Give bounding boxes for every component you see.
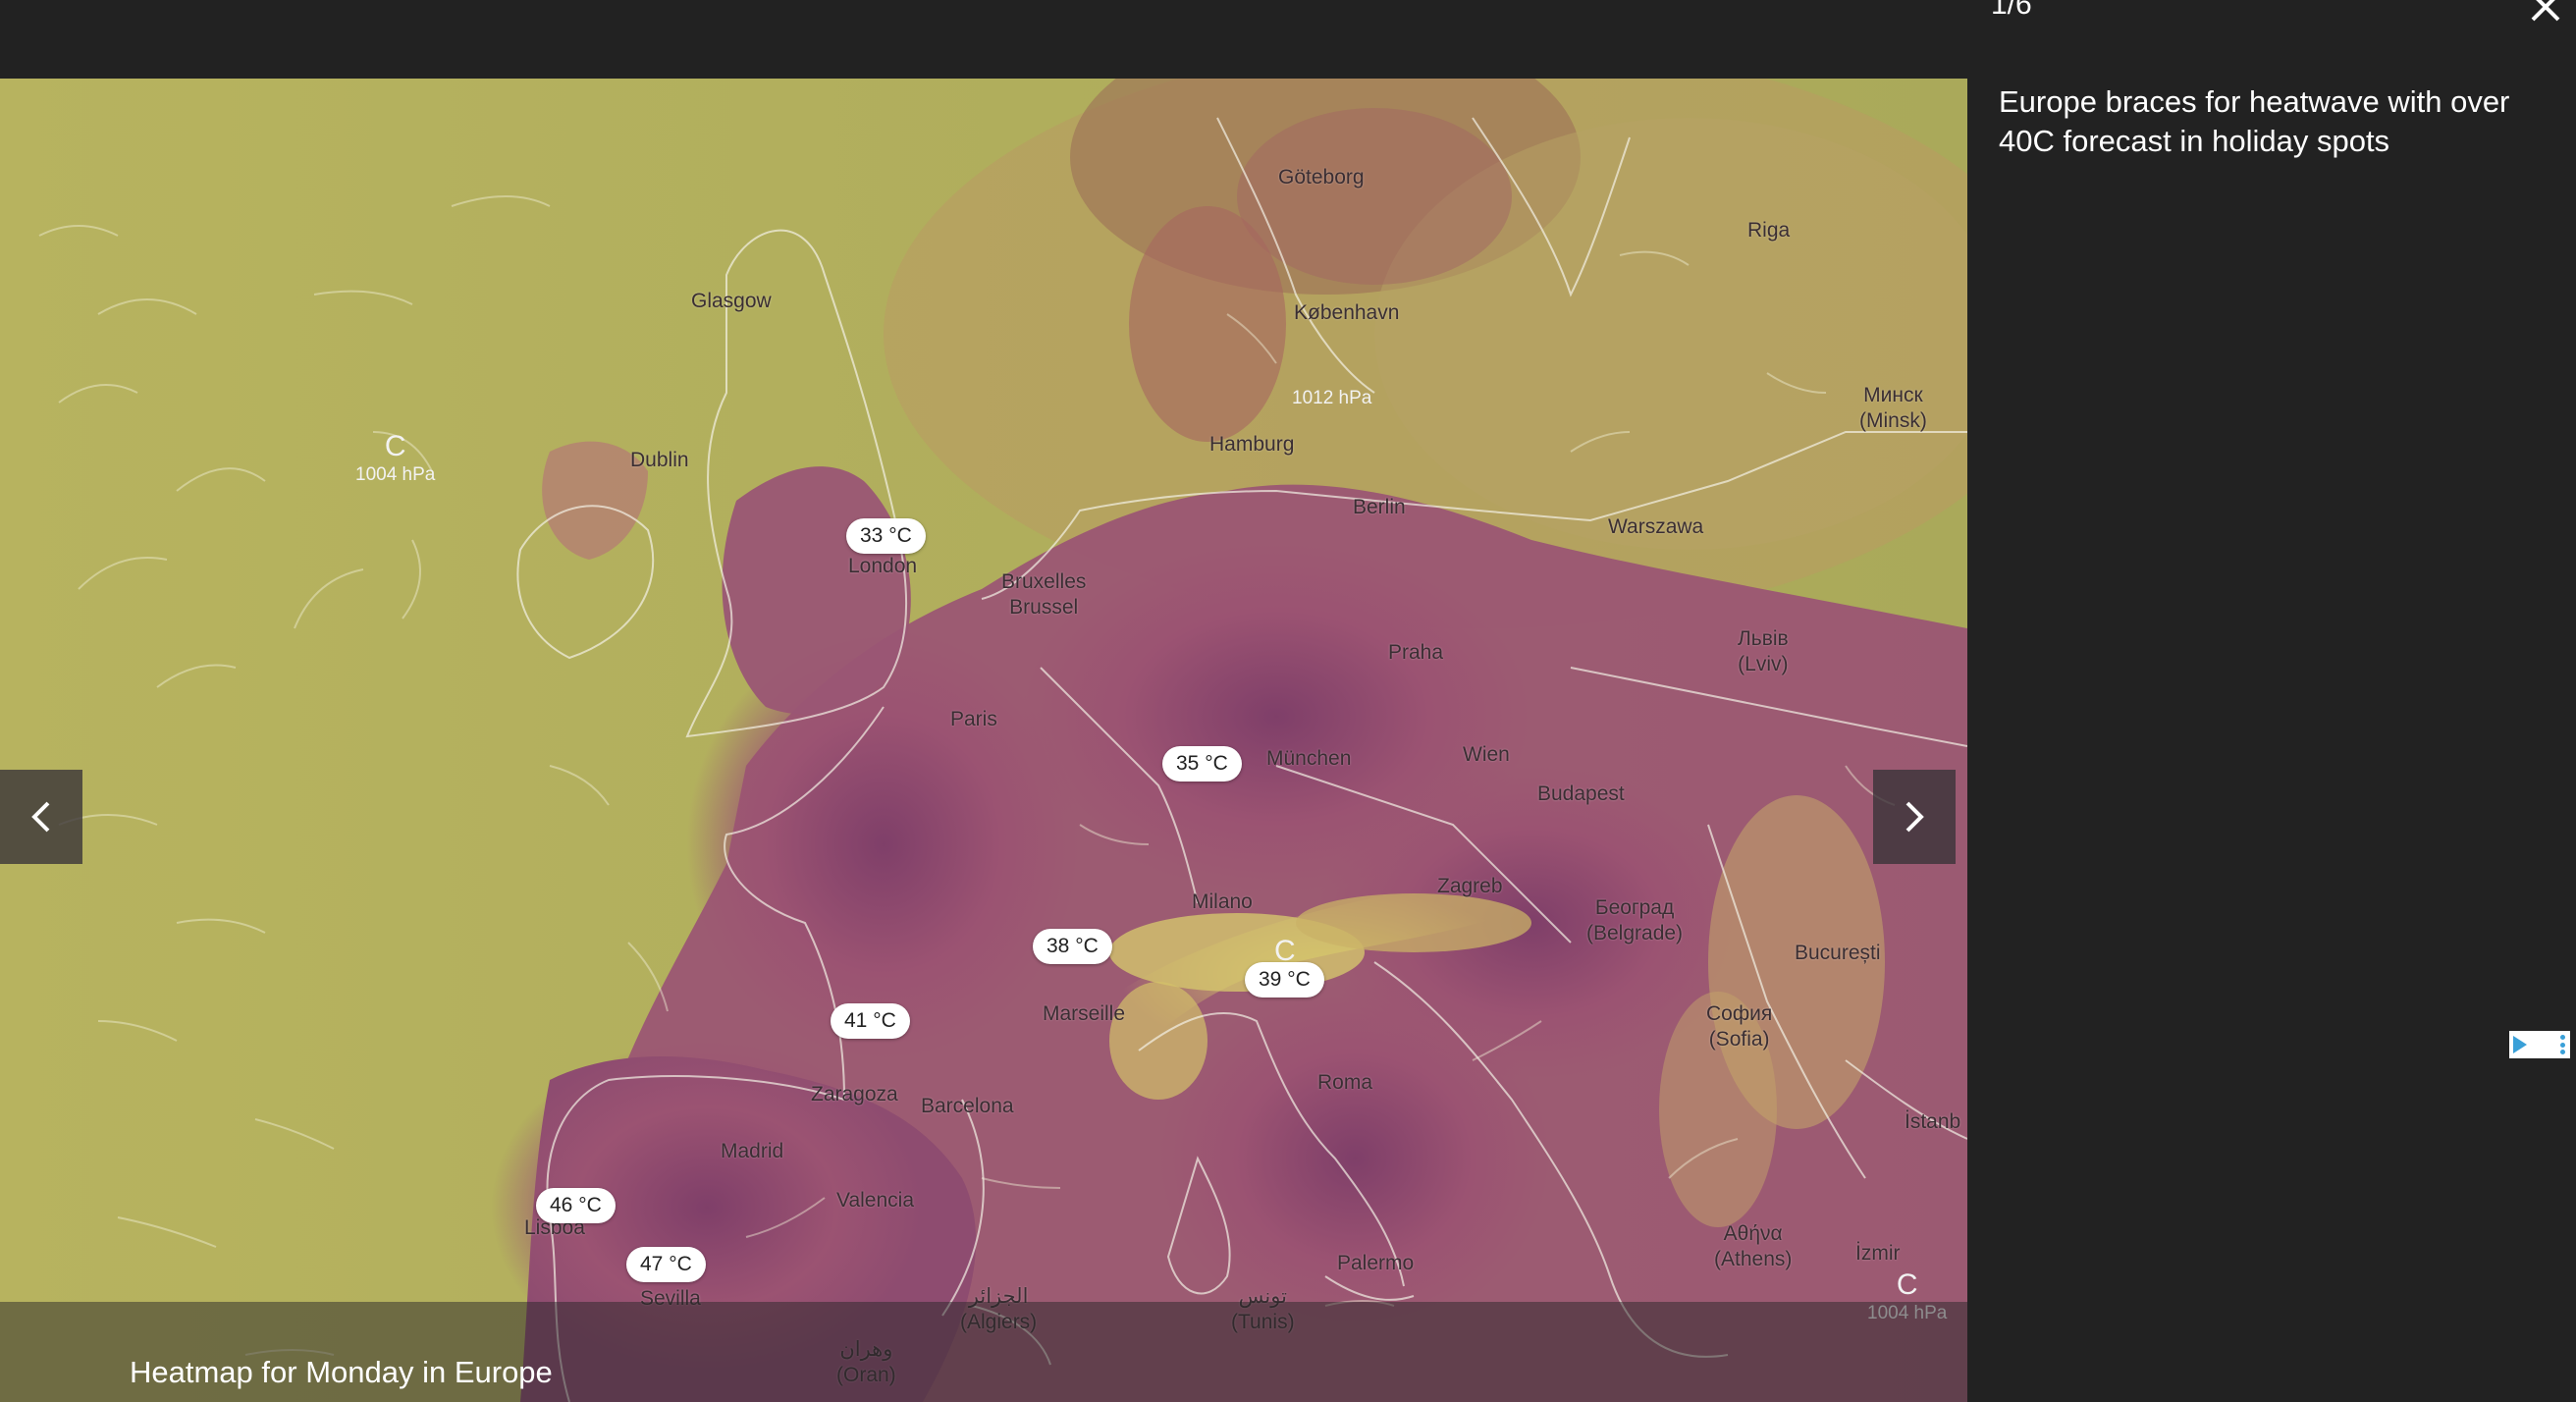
temp-label-munchen: 35 °C (1162, 746, 1242, 782)
city-label-paris: Paris (950, 708, 997, 730)
city-label-palermo: Palermo (1337, 1252, 1415, 1274)
heatmap-map (0, 79, 1967, 1402)
city-label-zaragoza: Zaragoza (811, 1083, 898, 1105)
city-label-minsk: Минск (Minsk) (1859, 384, 1927, 432)
city-label-bucuresti: București (1795, 942, 1881, 964)
city-label-barcelona: Barcelona (921, 1095, 1014, 1117)
slide-counter: 1/6 (1991, 0, 2032, 21)
city-label-glasgow: Glasgow (691, 290, 772, 312)
city-label-riga: Riga (1747, 219, 1791, 242)
slide-caption: Heatmap for Monday in Europe (130, 1355, 553, 1389)
city-label-wien: Wien (1463, 743, 1510, 766)
city-label-lviv: Львів (Lviv) (1738, 627, 1789, 675)
next-slide-button[interactable] (1873, 770, 1956, 864)
city-label-beograd: Београд (Belgrade) (1586, 896, 1684, 944)
close-icon (2531, 0, 2560, 22)
city-label-hamburg: Hamburg (1209, 433, 1295, 456)
city-label-madrid: Madrid (721, 1140, 784, 1162)
temp-label-italy: 39 °C (1245, 962, 1324, 998)
close-button[interactable] (2521, 0, 2566, 27)
city-label-munchen: München (1266, 747, 1352, 770)
gallery-slide-image: C 1004 hPa 1012 hPa C C 1004 hPa Götebor… (0, 79, 1967, 1402)
city-label-bruxelles: Bruxelles Brussel (1001, 570, 1087, 619)
chevron-left-icon (31, 801, 50, 833)
more-options-icon (2560, 1035, 2566, 1054)
temp-label-london: 33 °C (846, 518, 926, 554)
pressure-system-north: 1012 hPa (1292, 388, 1372, 408)
city-label-milano: Milano (1192, 890, 1253, 913)
gallery-title: Europe braces for heatwave with over 40C… (1999, 84, 2510, 158)
previous-slide-button[interactable] (0, 770, 82, 864)
city-label-london: London (848, 555, 918, 577)
city-label-roma: Roma (1317, 1071, 1373, 1094)
gallery-topbar: 1/6 (0, 0, 2576, 79)
city-label-budapest: Budapest (1537, 782, 1625, 805)
city-label-berlin: Berlin (1353, 496, 1406, 518)
city-label-istanbul: İstanb (1905, 1110, 1961, 1133)
temp-label-lisboa: 46 °C (536, 1188, 616, 1223)
city-label-zagreb: Zagreb (1437, 875, 1503, 897)
temp-label-sevilla: 47 °C (626, 1247, 706, 1282)
pressure-system-low-atlantic: C 1004 hPa (355, 430, 436, 485)
city-label-valencia: Valencia (836, 1189, 914, 1212)
city-label-dublin: Dublin (630, 449, 689, 471)
temp-label-pyrenees: 41 °C (831, 1003, 910, 1039)
ad-choices-button[interactable] (2509, 1031, 2570, 1058)
chevron-right-icon (1905, 801, 1924, 833)
city-label-goteborg: Göteborg (1278, 166, 1365, 189)
city-label-izmir: İzmir (1855, 1242, 1901, 1265)
city-label-marseille: Marseille (1043, 1002, 1126, 1025)
city-label-kobenhavn: København (1294, 301, 1400, 324)
adchoices-icon (2513, 1036, 2527, 1053)
city-label-warszawa: Warszawa (1608, 515, 1704, 538)
city-label-sofia: София (Sofia) (1706, 1002, 1773, 1051)
city-label-athens: Αθήνα (Athens) (1714, 1222, 1793, 1270)
city-label-praha: Praha (1388, 641, 1444, 664)
temp-label-france-south: 38 °C (1033, 929, 1112, 964)
